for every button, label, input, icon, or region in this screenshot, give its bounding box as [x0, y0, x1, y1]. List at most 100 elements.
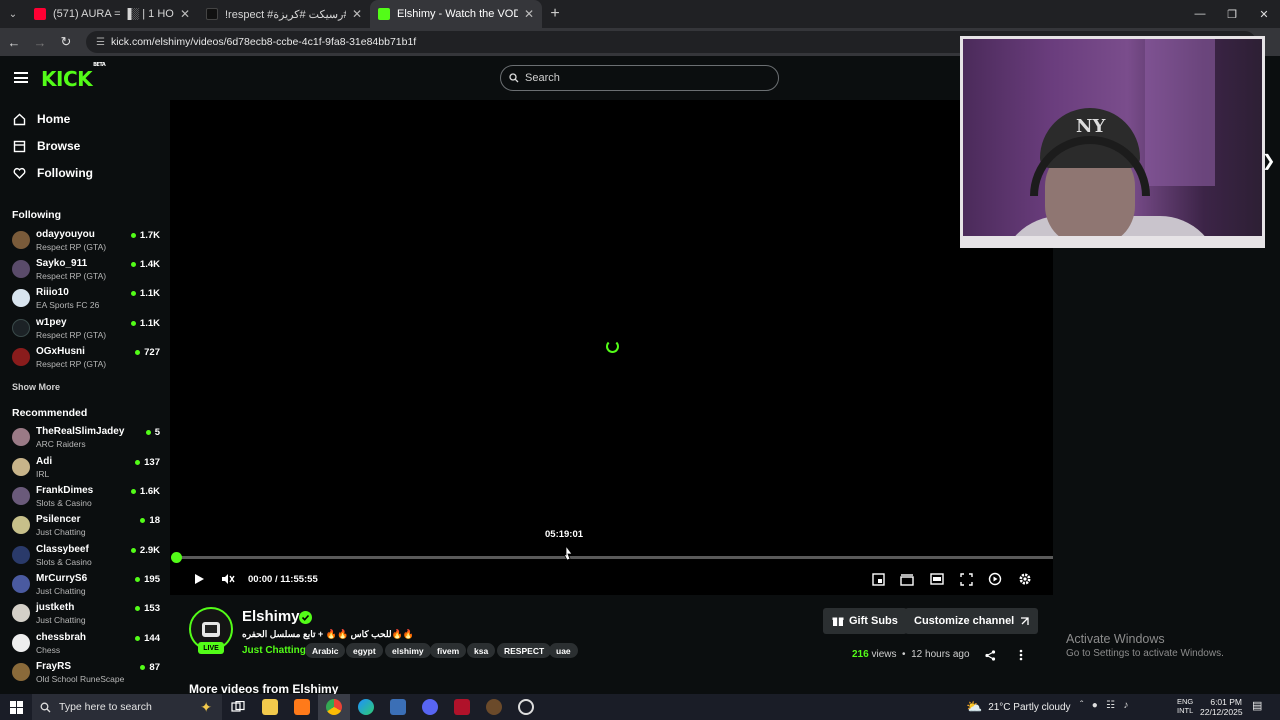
clock[interactable]: 6:01 PM 22/12/2025 [1200, 697, 1243, 717]
sidebar-channel[interactable]: FrayRS Old School RuneScape 87 [12, 661, 160, 689]
reload-icon[interactable]: ↻ [54, 34, 78, 50]
play-button[interactable] [191, 571, 207, 587]
sidebar-channel[interactable]: Psilencer Just Chatting 18 [12, 514, 160, 542]
sidebar-item-label: Home [37, 112, 71, 126]
channel-name[interactable]: Elshimy [242, 608, 300, 625]
progress-handle[interactable] [171, 552, 182, 563]
kick-logo[interactable]: KICKBETA [41, 62, 106, 91]
file-explorer-icon[interactable] [254, 694, 286, 720]
viewer-count: 1.1K [130, 318, 160, 329]
scrub-hover-time: 05:19:01 [545, 529, 584, 540]
viewer-count: 1.1K [130, 288, 160, 299]
live-dot-icon [130, 548, 136, 553]
sidebar-channel[interactable]: MrCurryS6 Just Chatting 195 [12, 573, 160, 601]
chrome-icon[interactable] [318, 694, 350, 720]
gift-subs-button[interactable]: Gift Subs [823, 608, 907, 634]
customize-channel-button[interactable]: Customize channel [905, 608, 1039, 634]
time-ago: 12 hours ago [911, 649, 970, 660]
tag-pill[interactable]: uae [549, 643, 578, 658]
notification-icon[interactable]: ▤ [1252, 699, 1262, 712]
sidebar-item-browse[interactable]: Browse [12, 139, 80, 153]
sidebar-channel[interactable]: Adi IRL 137 [12, 456, 160, 484]
system-tray[interactable]: ˆ ● ☷ ♪ [1080, 700, 1128, 711]
progress-bar[interactable] [176, 556, 1053, 559]
share-button[interactable] [982, 647, 998, 663]
category-link[interactable]: Just Chatting [242, 645, 306, 656]
new-tab-button[interactable]: + [542, 5, 568, 23]
sidebar-channel[interactable]: odayyouyou Respect RP (GTA) 1.7K [12, 229, 160, 257]
channel-category: Respect RP (GTA) [36, 271, 107, 281]
close-window-icon[interactable]: ✕ [1248, 0, 1280, 28]
microphone-icon[interactable]: ● [1092, 700, 1098, 711]
viewer-count: 5 [145, 427, 160, 438]
close-tab-icon[interactable]: ✕ [180, 7, 190, 21]
edge-icon[interactable] [350, 694, 382, 720]
chevron-up-icon[interactable]: ˆ [1080, 700, 1083, 711]
close-tab-icon[interactable]: ✕ [352, 7, 362, 21]
app-icon[interactable] [446, 694, 478, 720]
site-info-icon[interactable]: ☰ [96, 37, 105, 48]
browser-tab-active[interactable]: Elshimy - Watch the VOD on Ki ✕ [370, 0, 542, 28]
tag-pill[interactable]: elshimy [385, 643, 431, 658]
lang-top: ENG [1177, 697, 1194, 706]
theater-mode-button[interactable] [929, 571, 945, 587]
tag-pill[interactable]: ksa [467, 643, 496, 658]
mute-button[interactable] [220, 571, 236, 587]
tag-pill[interactable]: RESPECT [497, 643, 552, 658]
viewer-count: 87 [140, 662, 160, 673]
language-indicator[interactable]: ENG INTL [1177, 697, 1193, 715]
sidebar-channel[interactable]: TheRealSlimJadey ARC Raiders 5 [12, 426, 160, 454]
app-icon[interactable] [382, 694, 414, 720]
playback-speed-button[interactable] [987, 571, 1003, 587]
weather-widget[interactable]: ⛅ 21°C Partly cloudy [966, 699, 1071, 715]
sidebar-channel[interactable]: w1pey Respect RP (GTA) 1.1K [12, 317, 160, 345]
clip-button[interactable] [899, 571, 915, 587]
volume-icon[interactable]: ♪ [1123, 700, 1128, 711]
task-view-icon[interactable] [222, 694, 254, 720]
viewer-count: 1.7K [130, 230, 160, 241]
play-icon [195, 574, 204, 584]
sidebar-channel[interactable]: OGxHusni Respect RP (GTA) 727 [12, 346, 160, 374]
avatar [12, 289, 30, 307]
channel-category: Just Chatting [36, 586, 86, 596]
live-dot-icon [130, 233, 136, 238]
sidebar-channel[interactable]: Riiio10 EA Sports FC 26 1.1K [12, 287, 160, 315]
sidebar-item-home[interactable]: Home [12, 112, 70, 126]
avatar [12, 516, 30, 534]
taskbar-search[interactable]: Type here to search ✦ [32, 694, 222, 720]
tab-search-icon[interactable]: ⌄ [0, 0, 26, 28]
fullscreen-button[interactable] [958, 571, 974, 587]
sidebar-item-following[interactable]: Following [12, 166, 93, 180]
back-icon[interactable]: ← [2, 35, 26, 50]
sidebar-channel[interactable]: justketh Just Chatting 153 [12, 602, 160, 630]
sidebar-channel[interactable]: chessbrah Chess 144 [12, 632, 160, 660]
app-icon[interactable] [510, 694, 542, 720]
miniplayer-button[interactable] [870, 571, 886, 587]
browser-tab[interactable]: !respect #قراند #رسيكت #كريزة | ✕ [198, 0, 370, 28]
sidebar-item-label: Browse [37, 139, 81, 153]
network-icon[interactable]: ☷ [1106, 700, 1115, 711]
browser-tab[interactable]: (571) AURA = ▐░ | 1 HOUR AB ✕ [26, 0, 198, 28]
search-box [500, 65, 779, 91]
show-more-link[interactable]: Show More [12, 382, 60, 392]
viewer-count: 153 [135, 603, 160, 614]
sidebar-channel[interactable]: Sayko_911 Respect RP (GTA) 1.4K [12, 258, 160, 286]
minimize-icon[interactable]: — [1184, 0, 1216, 28]
search-input[interactable] [525, 72, 765, 84]
close-tab-icon[interactable]: ✕ [524, 7, 534, 21]
sidebar-channel[interactable]: Classybeef Slots & Casino 2.9K [12, 544, 160, 572]
app-icon[interactable] [286, 694, 318, 720]
settings-button[interactable] [1017, 571, 1033, 587]
more-options-button[interactable] [1013, 647, 1029, 663]
menu-icon[interactable] [14, 72, 28, 83]
sidebar-channel[interactable]: FrankDimes Slots & Casino 1.6K [12, 485, 160, 513]
tag-pill[interactable]: egypt [346, 643, 383, 658]
tag-pill[interactable]: fivem [430, 643, 467, 658]
restore-icon[interactable]: ❐ [1216, 0, 1248, 28]
app-icon[interactable] [478, 694, 510, 720]
forward-icon[interactable]: → [28, 35, 52, 50]
tag-pill[interactable]: Arabic [305, 643, 346, 658]
discord-icon[interactable] [414, 694, 446, 720]
start-button[interactable] [0, 694, 32, 720]
chevron-right-icon[interactable]: ❯ [1262, 151, 1275, 171]
